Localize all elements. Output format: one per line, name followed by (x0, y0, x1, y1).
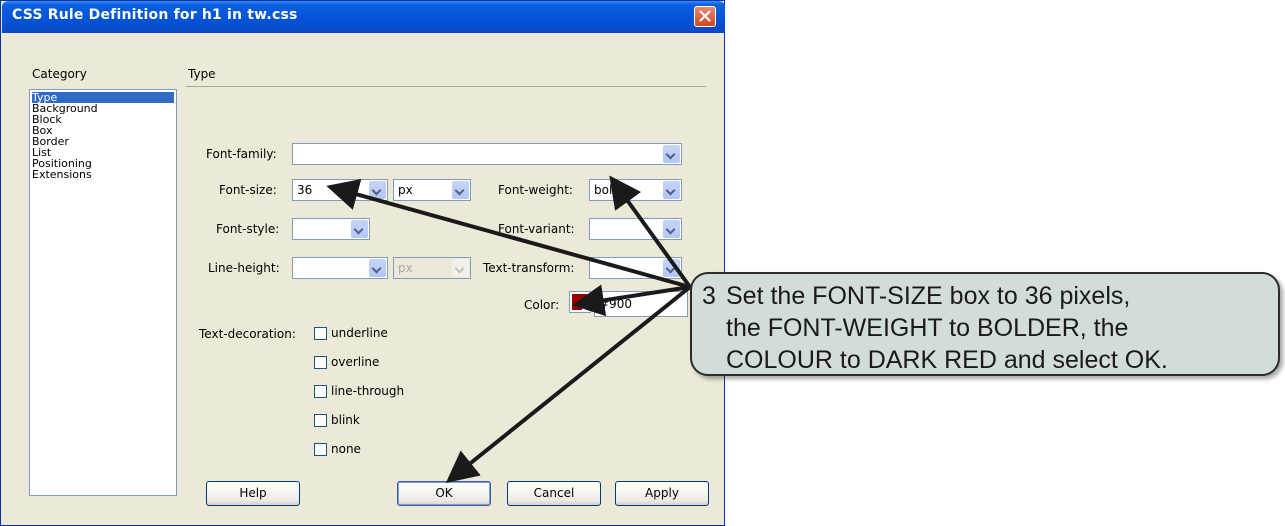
arrow-to-ok (445, 285, 692, 484)
annotation-arrows (326, 175, 692, 484)
arrow-to-font-weight (609, 175, 692, 289)
arrow-to-font-size (326, 179, 691, 289)
